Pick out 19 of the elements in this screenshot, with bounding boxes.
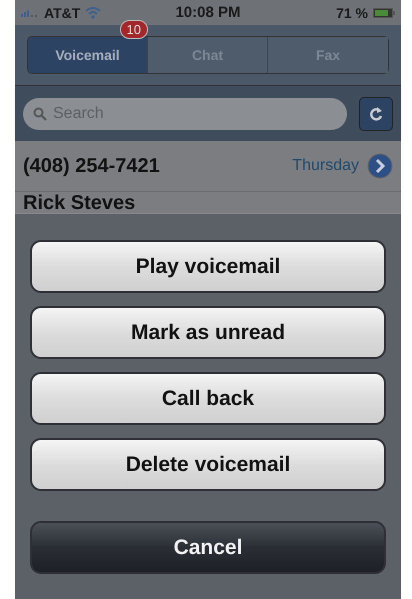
action-button[interactable]: Mark as unread (30, 306, 386, 359)
contact-name[interactable]: (408) 254-7421 (23, 154, 284, 178)
clock-time: 10:08 PM (175, 4, 241, 21)
action-button[interactable]: Call back (30, 372, 386, 425)
battery-percent: 71 % (336, 4, 368, 20)
refresh-button[interactable] (359, 96, 393, 130)
refresh-icon (369, 106, 383, 122)
search-icon (33, 106, 47, 120)
battery-icon (372, 8, 395, 18)
disclosure-icon[interactable] (367, 153, 393, 179)
date-label: Thursday (292, 157, 359, 175)
wifi-icon (85, 6, 102, 18)
contact-name[interactable]: Rick Steves (23, 192, 393, 213)
signal-icon (21, 8, 39, 16)
action-button[interactable]: Play voicemail (30, 240, 386, 293)
action-button[interactable]: Delete voicemail (30, 438, 386, 491)
tab[interactable]: Voicemail (28, 37, 148, 73)
action-button[interactable]: Cancel (30, 521, 386, 574)
carrier-name: AT&T (44, 4, 80, 20)
